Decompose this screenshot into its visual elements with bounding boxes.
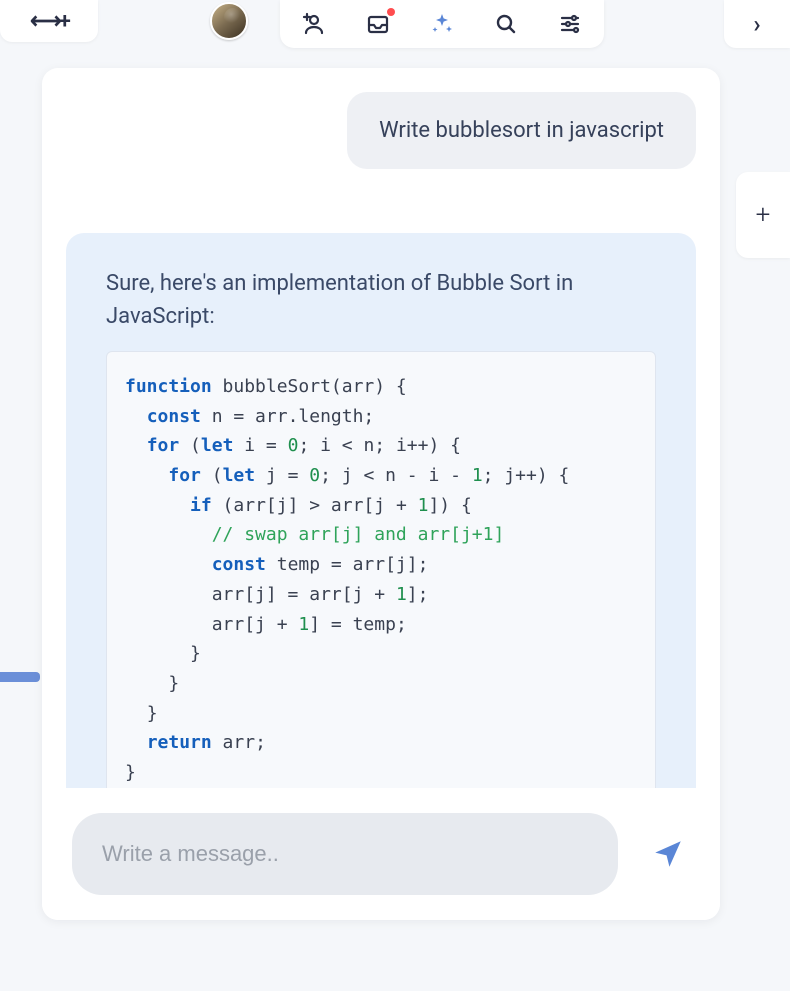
notification-badge xyxy=(387,8,395,16)
left-edge-tab[interactable] xyxy=(0,672,40,682)
expand-button[interactable]: ⟷+ xyxy=(0,0,98,42)
chat-scroll-area: Write bubblesort in javascript Sure, her… xyxy=(42,68,720,788)
inbox-icon[interactable] xyxy=(364,10,392,38)
assistant-message-bubble: Sure, here's an implementation of Bubble… xyxy=(66,233,696,788)
user-message-bubble: Write bubblesort in javascript xyxy=(347,92,696,169)
sparkle-icon[interactable] xyxy=(428,10,456,38)
toolbar-actions xyxy=(280,0,604,48)
assistant-intro-text: Sure, here's an implementation of Bubble… xyxy=(106,267,656,333)
right-rail: + xyxy=(736,172,790,258)
message-row-assistant: Sure, here's an implementation of Bubble… xyxy=(66,233,696,788)
avatar[interactable] xyxy=(210,2,248,40)
chevron-right-icon: › xyxy=(753,10,760,38)
avatar-container xyxy=(210,0,248,42)
composer xyxy=(42,788,720,920)
message-row-user: Write bubblesort in javascript xyxy=(66,92,696,169)
add-person-icon[interactable] xyxy=(300,10,328,38)
top-toolbar: ⟷+ xyxy=(0,0,790,48)
chat-card: Write bubblesort in javascript Sure, her… xyxy=(42,68,720,920)
search-icon[interactable] xyxy=(492,10,520,38)
send-icon xyxy=(651,837,685,871)
add-button[interactable]: + xyxy=(756,200,771,230)
message-input[interactable] xyxy=(72,813,618,895)
code-block: function bubbleSort(arr) { const n = arr… xyxy=(106,351,656,788)
expand-collapse-icon: ⟷+ xyxy=(30,9,68,34)
send-button[interactable] xyxy=(646,832,690,876)
collapse-panel-button[interactable]: › xyxy=(724,0,790,48)
settings-sliders-icon[interactable] xyxy=(556,10,584,38)
